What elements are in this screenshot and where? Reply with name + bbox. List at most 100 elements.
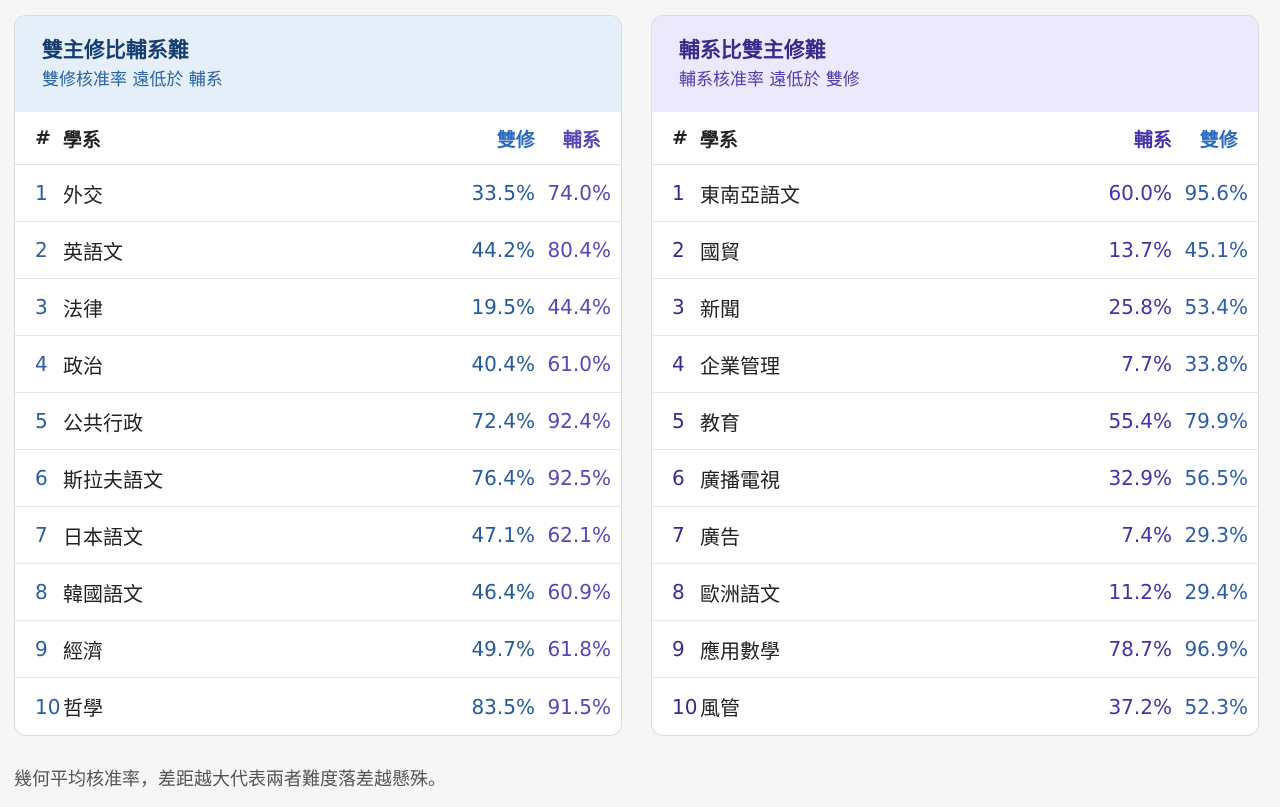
row-value-2: 80.4% <box>547 238 611 262</box>
row-rank: 6 <box>672 466 685 490</box>
row-value-1: 72.4% <box>471 409 535 433</box>
row-value-2: 62.1% <box>547 523 611 547</box>
table-row: 3 新聞 25.8% 53.4% <box>652 279 1258 336</box>
table-row: 6 斯拉夫語文 76.4% 92.5% <box>15 450 621 507</box>
row-value-1: 44.2% <box>471 238 535 262</box>
row-department: 英語文 <box>63 239 123 264</box>
table-row: 1 外交 33.5% 74.0% <box>15 165 621 222</box>
row-value-2: 91.5% <box>547 694 611 719</box>
row-department: 應用數學 <box>700 638 780 663</box>
col-department: 學系 <box>63 128 102 151</box>
row-department: 政治 <box>63 353 103 378</box>
table-row: 2 英語文 44.2% 80.4% <box>15 222 621 279</box>
col-rank: # <box>672 127 688 149</box>
col-minor: 輔系 <box>562 128 601 151</box>
col-double-major: 雙修 <box>1199 128 1238 151</box>
row-department: 企業管理 <box>700 353 780 378</box>
table-row: 4 企業管理 7.7% 33.8% <box>652 336 1258 393</box>
row-value-2: 33.8% <box>1184 352 1248 376</box>
row-value-2: 61.0% <box>547 352 611 376</box>
row-rank: 6 <box>35 466 48 490</box>
table-row: 8 歐洲語文 11.2% 29.4% <box>652 564 1258 621</box>
row-rank: 1 <box>35 181 48 205</box>
row-value-1: 49.7% <box>471 637 535 661</box>
row-value-2: 29.4% <box>1184 580 1248 604</box>
row-value-2: 95.6% <box>1184 181 1248 205</box>
card-subtitle: 輔系核准率 遠低於 雙修 <box>679 70 860 90</box>
card-subtitle: 雙修核准率 遠低於 輔系 <box>42 70 223 90</box>
row-value-2: 96.9% <box>1184 637 1248 661</box>
row-rank: 10 <box>672 694 698 719</box>
row-rank: 9 <box>672 637 685 661</box>
col-minor: 輔系 <box>1133 128 1172 151</box>
table-header: # 學系 雙修 輔系 <box>15 112 621 165</box>
table-row: 9 應用數學 78.7% 96.9% <box>652 621 1258 678</box>
row-value-2: 56.5% <box>1184 466 1248 490</box>
table-header: # 學系 輔系 雙修 <box>652 112 1258 165</box>
row-value-2: 44.4% <box>547 295 611 319</box>
row-value-1: 32.9% <box>1108 466 1172 490</box>
table-row: 8 韓國語文 46.4% 60.9% <box>15 564 621 621</box>
table-row: 3 法律 19.5% 44.4% <box>15 279 621 336</box>
card-double-major-harder: 雙主修比輔系難 雙修核准率 遠低於 輔系 # 學系 雙修 輔系 1 外交 33.5%… <box>14 15 622 736</box>
row-department: 斯拉夫語文 <box>63 467 163 492</box>
row-value-2: 53.4% <box>1184 295 1248 319</box>
row-value-1: 47.1% <box>471 523 535 547</box>
row-department: 東南亞語文 <box>700 182 800 207</box>
row-rank: 5 <box>35 409 48 433</box>
row-value-2: 29.3% <box>1184 523 1248 547</box>
row-value-1: 33.5% <box>471 181 535 205</box>
row-value-1: 40.4% <box>471 352 535 376</box>
row-rank: 5 <box>672 409 685 433</box>
row-rank: 7 <box>672 523 685 547</box>
row-rank: 10 <box>35 694 61 719</box>
card-title: 雙主修比輔系難 <box>42 38 189 62</box>
col-rank: # <box>35 127 51 149</box>
row-rank: 3 <box>672 295 685 319</box>
card-title: 輔系比雙主修難 <box>679 38 826 62</box>
row-rank: 3 <box>35 295 48 319</box>
row-value-2: 79.9% <box>1184 409 1248 433</box>
row-value-1: 13.7% <box>1108 238 1172 262</box>
row-value-1: 55.4% <box>1108 409 1172 433</box>
row-value-1: 11.2% <box>1108 580 1172 604</box>
row-department: 公共行政 <box>63 410 143 435</box>
row-value-1: 76.4% <box>471 466 535 490</box>
row-value-1: 7.4% <box>1121 523 1172 547</box>
row-value-2: 74.0% <box>547 181 611 205</box>
row-rank: 8 <box>35 580 48 604</box>
row-value-1: 7.7% <box>1121 352 1172 376</box>
col-double-major: 雙修 <box>496 128 535 151</box>
row-value-1: 25.8% <box>1108 295 1172 319</box>
row-rank: 4 <box>35 352 48 376</box>
row-value-2: 60.9% <box>547 580 611 604</box>
row-department: 歐洲語文 <box>700 581 780 606</box>
col-department: 學系 <box>700 128 739 151</box>
row-department: 廣播電視 <box>700 467 780 492</box>
table-row: 2 國貿 13.7% 45.1% <box>652 222 1258 279</box>
table-body: 1 東南亞語文 60.0% 95.6% 2 國貿 13.7% 45.1% 3 新聞 25.8% 53.… <box>652 165 1258 735</box>
row-value-2: 92.4% <box>547 409 611 433</box>
table-body: 1 外交 33.5% 74.0% 2 英語文 44.2% 80.4% 3 法律 19.5% 44.4%… <box>15 165 621 735</box>
footnote: 幾何平均核准率，差距越大代表兩者難度落差越懸殊。 <box>14 769 446 790</box>
row-rank: 9 <box>35 637 48 661</box>
table-row: 1 東南亞語文 60.0% 95.6% <box>652 165 1258 222</box>
row-value-1: 19.5% <box>471 295 535 319</box>
table-row: 5 教育 55.4% 79.9% <box>652 393 1258 450</box>
row-department: 經濟 <box>63 638 103 663</box>
table-row: 9 經濟 49.7% 61.8% <box>15 621 621 678</box>
row-rank: 1 <box>672 181 685 205</box>
row-rank: 4 <box>672 352 685 376</box>
row-rank: 8 <box>672 580 685 604</box>
row-value-1: 37.2% <box>1108 694 1172 719</box>
table-row: 4 政治 40.4% 61.0% <box>15 336 621 393</box>
row-value-2: 92.5% <box>547 466 611 490</box>
row-department: 日本語文 <box>63 524 143 549</box>
row-department: 新聞 <box>700 296 740 321</box>
table-row: 10 哲學 83.5% 91.5% <box>15 678 621 735</box>
row-value-2: 45.1% <box>1184 238 1248 262</box>
row-department: 哲學 <box>63 696 103 720</box>
row-value-1: 83.5% <box>471 694 535 719</box>
row-value-1: 78.7% <box>1108 637 1172 661</box>
row-department: 外交 <box>63 182 103 207</box>
